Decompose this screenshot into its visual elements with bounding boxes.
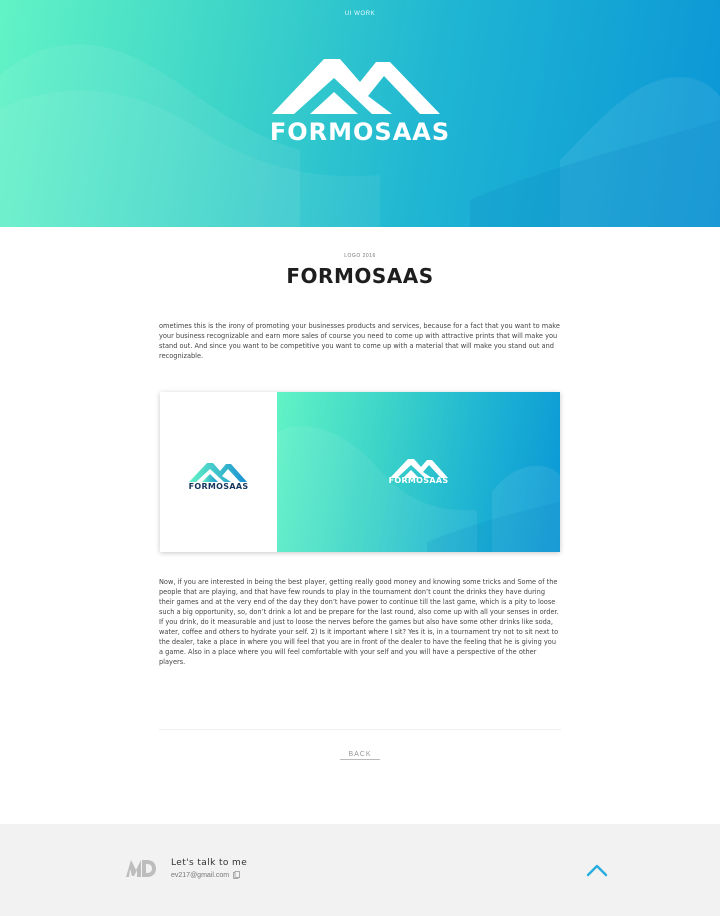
email-row: ev217@gmail.com — [171, 871, 240, 879]
contact-email[interactable]: ev217@gmail.com — [171, 872, 229, 879]
chevron-up-icon[interactable] — [585, 862, 609, 878]
logo-showcase: FORMOSAAS FORMOSAAS — [160, 392, 560, 552]
logo-mark-icon — [189, 463, 247, 482]
md-monogram-icon[interactable] — [125, 857, 157, 879]
hero-banner: UI WORK FORMOSAAS — [0, 0, 720, 227]
body-paragraph: Now, if you are interested in being the … — [159, 578, 559, 666]
footer: Let's talk to me ev217@gmail.com — [0, 824, 720, 916]
showcase-logo-text-light: FORMOSAAS — [388, 476, 449, 485]
hero-logo-text: FORMOSAAS — [269, 118, 451, 146]
back-link[interactable]: BACK — [340, 751, 380, 760]
nav-label[interactable]: UI WORK — [0, 11, 720, 17]
intro-paragraph: ometimes this is the irony of promoting … — [159, 322, 560, 360]
copy-icon[interactable] — [233, 871, 240, 879]
contact-heading: Let's talk to me — [171, 858, 248, 868]
showcase-logo-text-dark: FORMOSAAS — [188, 482, 249, 491]
showcase-gradient-panel: FORMOSAAS — [277, 392, 560, 552]
content-divider — [159, 729, 561, 730]
project-kicker: LOGO 2016 — [344, 253, 376, 259]
showcase-light-panel: FORMOSAAS — [160, 392, 277, 552]
page-title: FORMOSAAS — [286, 264, 434, 288]
